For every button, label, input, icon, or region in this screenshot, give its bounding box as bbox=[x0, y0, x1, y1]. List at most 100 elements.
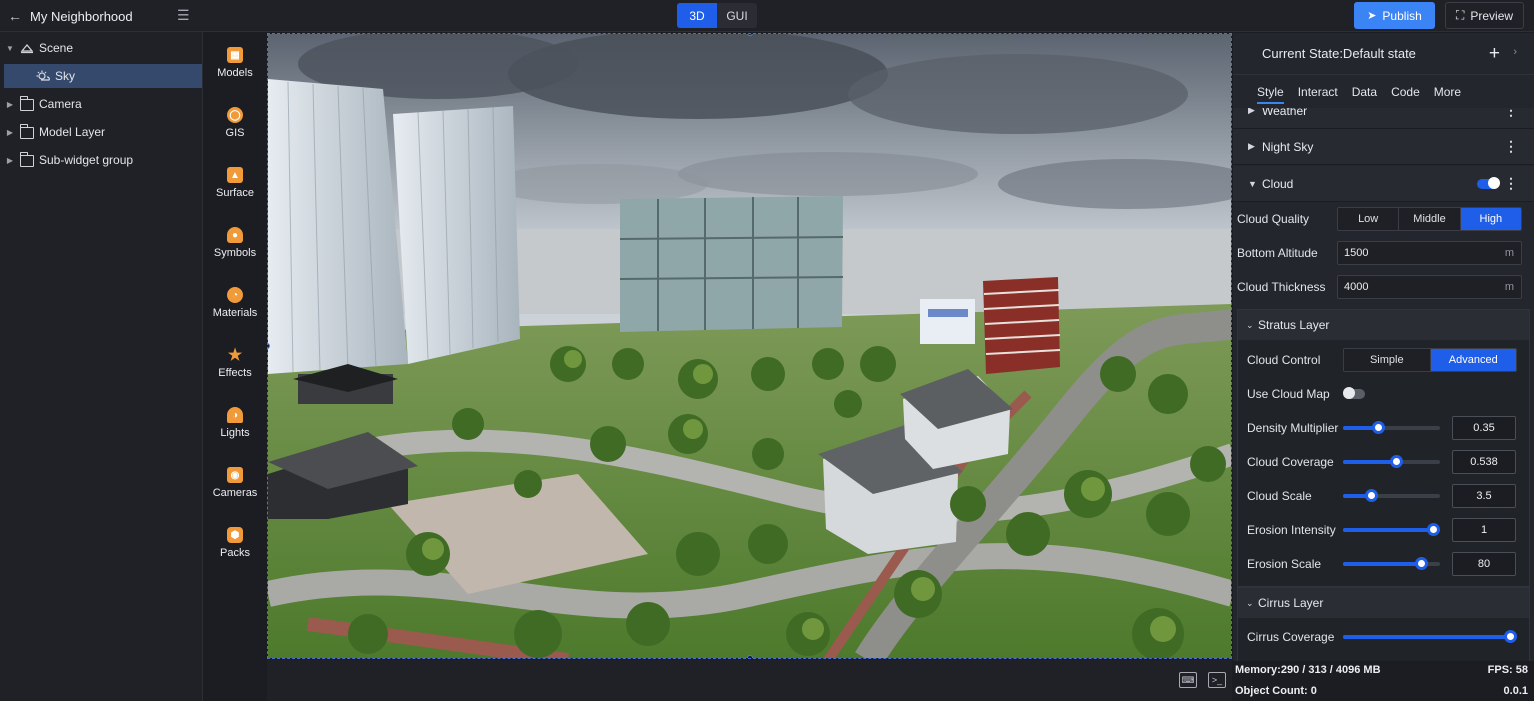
models-icon: ▦ bbox=[227, 47, 243, 63]
slider-knob[interactable] bbox=[1504, 630, 1517, 643]
control-advanced-option[interactable]: Advanced bbox=[1430, 349, 1516, 371]
publish-button[interactable]: ➤ Publish bbox=[1354, 2, 1435, 29]
slider-knob[interactable] bbox=[1414, 557, 1428, 570]
widget-effects[interactable]: ★ Effects bbox=[204, 347, 266, 397]
selection-handle[interactable] bbox=[747, 655, 753, 658]
widget-symbols[interactable]: ● Symbols bbox=[204, 227, 266, 277]
slider-value-box[interactable]: 3.5 bbox=[1452, 484, 1516, 508]
slider-value-box[interactable]: 80 bbox=[1452, 552, 1516, 576]
chevron-right-icon[interactable]: › bbox=[1513, 46, 1517, 58]
widget-label: Packs bbox=[220, 547, 250, 559]
tree-item-model-layer[interactable]: ▶ Model Layer bbox=[4, 120, 202, 144]
mode-gui-tab[interactable]: GUI bbox=[717, 3, 757, 28]
slider-knob[interactable] bbox=[1427, 523, 1440, 536]
quality-middle-option[interactable]: Middle bbox=[1399, 208, 1461, 230]
surface-icon: ▲ bbox=[227, 167, 243, 183]
scene-icon bbox=[20, 43, 34, 54]
preview-button[interactable]: ⛶ Preview bbox=[1445, 2, 1524, 29]
back-arrow-icon[interactable]: ← bbox=[8, 9, 22, 23]
bottom-altitude-label: Bottom Altitude bbox=[1237, 246, 1318, 260]
widget-label: Lights bbox=[220, 427, 250, 439]
send-icon: ➤ bbox=[1367, 10, 1377, 22]
tree-item-label: Scene bbox=[39, 41, 74, 55]
caret-right-icon[interactable]: ▶ bbox=[4, 128, 16, 137]
use-cloud-map-toggle[interactable] bbox=[1343, 387, 1365, 399]
cloud-enable-toggle[interactable] bbox=[1477, 177, 1500, 189]
slider-fill bbox=[1343, 562, 1421, 566]
tree-item-sub-widget-group[interactable]: ▶ Sub-widget group bbox=[4, 148, 202, 172]
add-state-icon[interactable]: + bbox=[1489, 43, 1500, 65]
packs-icon: ⬢ bbox=[227, 527, 243, 543]
stratus-layer-header[interactable]: ⌄ Stratus Layer bbox=[1238, 310, 1529, 340]
mode-3d-tab[interactable]: 3D bbox=[677, 3, 717, 28]
widget-cameras[interactable]: ◉ Cameras bbox=[204, 467, 266, 517]
version-label: 0.0.1 bbox=[1503, 685, 1528, 697]
cloud-scale-slider[interactable] bbox=[1343, 489, 1440, 502]
folder-icon bbox=[20, 124, 34, 139]
widget-surface[interactable]: ▲ Surface bbox=[204, 167, 266, 217]
quality-high-option[interactable]: High bbox=[1460, 208, 1521, 230]
preview-label: Preview bbox=[1470, 8, 1514, 23]
lights-icon: ◑ bbox=[227, 407, 243, 423]
tree-item-label: Model Layer bbox=[39, 125, 106, 139]
tree-item-scene[interactable]: ▼ Scene bbox=[4, 36, 202, 60]
slider-knob[interactable] bbox=[1371, 421, 1385, 434]
chevron-down-icon: ⌄ bbox=[1246, 597, 1254, 608]
tab-data[interactable]: Data bbox=[1345, 76, 1384, 108]
slider-knob[interactable] bbox=[1365, 489, 1379, 502]
cloud-thickness-input[interactable]: 4000 m bbox=[1337, 275, 1522, 299]
unit-label: m bbox=[1504, 281, 1514, 293]
widget-materials[interactable]: ◔ Materials bbox=[204, 287, 266, 337]
slider-value-box[interactable]: 0.35 bbox=[1452, 416, 1516, 440]
top-bar: ← My Neighborhood ☰ 3D GUI ➤ Publish ⛶ P… bbox=[0, 0, 1534, 32]
project-title: My Neighborhood bbox=[30, 8, 133, 24]
fullscreen-icon: ⛶ bbox=[1455, 8, 1465, 22]
slider-label: Cloud Scale bbox=[1247, 489, 1312, 503]
caret-right-icon[interactable]: ▶ bbox=[4, 100, 16, 109]
erosion-scale-slider[interactable] bbox=[1343, 557, 1440, 570]
widget-packs[interactable]: ⬢ Packs bbox=[204, 527, 266, 577]
symbols-icon: ● bbox=[227, 227, 243, 243]
tab-interact[interactable]: Interact bbox=[1291, 76, 1345, 108]
quality-low-option[interactable]: Low bbox=[1338, 208, 1400, 230]
slider-fill bbox=[1343, 460, 1397, 464]
control-simple-option[interactable]: Simple bbox=[1344, 349, 1431, 371]
materials-icon: ◔ bbox=[227, 287, 243, 303]
caret-down-icon[interactable]: ▼ bbox=[4, 44, 16, 53]
slider-value-box[interactable]: 0.538 bbox=[1452, 450, 1516, 474]
scene-viewport[interactable] bbox=[267, 33, 1232, 659]
bottom-altitude-input[interactable]: 1500 m bbox=[1337, 241, 1522, 265]
subsection-title: Stratus Layer bbox=[1258, 318, 1330, 332]
keyboard-icon[interactable]: ⌨ bbox=[1179, 672, 1197, 688]
widget-gis[interactable]: ◯ GIS bbox=[204, 107, 266, 157]
fps-readout: FPS: 58 bbox=[1487, 664, 1528, 676]
toggle-knob bbox=[1488, 177, 1500, 189]
cloud-control-label: Cloud Control bbox=[1247, 353, 1321, 367]
cirrus-coverage-slider[interactable] bbox=[1343, 630, 1517, 643]
tab-more[interactable]: More bbox=[1427, 76, 1468, 108]
caret-right-icon[interactable]: ▶ bbox=[4, 156, 16, 165]
widget-label: Symbols bbox=[213, 247, 257, 259]
more-options-icon[interactable]: ⋮ bbox=[1504, 139, 1518, 153]
hamburger-menu-icon[interactable]: ☰ bbox=[177, 8, 191, 22]
tree-item-camera[interactable]: ▶ Camera bbox=[4, 92, 202, 116]
tab-style[interactable]: Style bbox=[1250, 76, 1291, 108]
density-multiplier-slider[interactable] bbox=[1343, 421, 1440, 434]
widget-lights[interactable]: ◑ Lights bbox=[204, 407, 266, 457]
slider-value-box[interactable]: 1 bbox=[1452, 518, 1516, 542]
slider-fill bbox=[1343, 528, 1440, 532]
caret-right-icon: ▶ bbox=[1248, 141, 1255, 151]
section-night-sky[interactable]: ▶ Night Sky ⋮ bbox=[1233, 129, 1534, 165]
more-options-icon[interactable]: ⋮ bbox=[1504, 176, 1518, 190]
terminal-icon[interactable]: >_ bbox=[1208, 672, 1226, 688]
section-cloud[interactable]: ▼ Cloud ⋮ bbox=[1233, 166, 1534, 202]
tree-item-sky[interactable]: Sky bbox=[4, 64, 202, 88]
cirrus-layer-header[interactable]: ⌄ Cirrus Layer bbox=[1238, 588, 1529, 618]
slider-knob[interactable] bbox=[1390, 455, 1404, 468]
erosion-intensity-slider[interactable] bbox=[1343, 523, 1440, 536]
widget-models[interactable]: ▦ Models bbox=[204, 47, 266, 97]
current-state-bar[interactable]: Current State:Default state + › bbox=[1233, 33, 1534, 75]
cloud-coverage-slider[interactable] bbox=[1343, 455, 1440, 468]
tab-code[interactable]: Code bbox=[1384, 76, 1427, 108]
slider-row-cloud-coverage: Cloud Coverage 0.538 bbox=[1238, 446, 1529, 480]
